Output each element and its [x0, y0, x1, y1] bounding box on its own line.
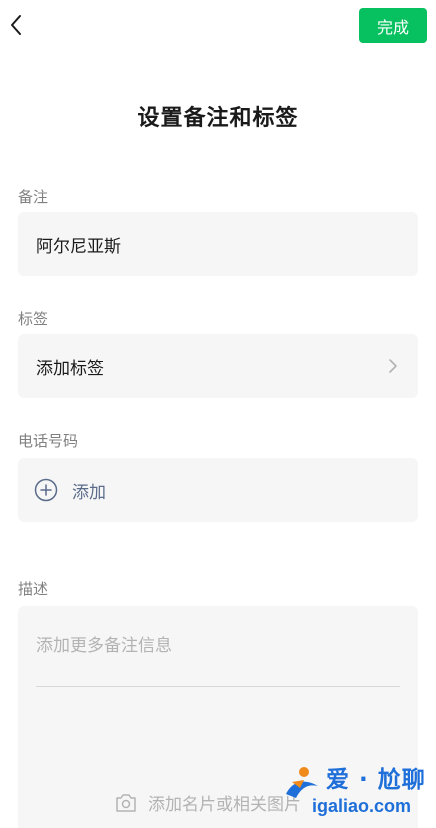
description-label: 描述	[18, 580, 49, 598]
camera-icon	[116, 793, 136, 812]
description-input[interactable]	[36, 636, 400, 656]
top-bar: 完成	[0, 0, 436, 52]
add-phone-label: 添加	[72, 483, 106, 503]
remark-field[interactable]: 阿尔尼亚斯	[18, 212, 418, 276]
done-button[interactable]: 完成	[359, 8, 427, 43]
add-photo-button[interactable]: 添加名片或相关图片	[114, 790, 301, 815]
add-photo-label: 添加名片或相关图片	[148, 795, 301, 815]
add-tag-row[interactable]: 添加标签	[18, 334, 418, 398]
remark-label: 备注	[18, 188, 49, 206]
divider	[36, 686, 400, 687]
tags-label: 标签	[18, 310, 49, 328]
add-tag-label: 添加标签	[36, 359, 104, 379]
back-button[interactable]	[4, 10, 28, 40]
watermark: 爱 · 尬聊 igaliao.com	[282, 758, 434, 824]
page-title: 设置备注和标签	[137, 106, 299, 131]
plus-circle-icon	[34, 478, 58, 502]
chevron-left-icon	[11, 15, 21, 35]
watermark-url: igaliao.com	[312, 796, 412, 816]
remark-value[interactable]: 阿尔尼亚斯	[36, 232, 121, 257]
add-phone-row[interactable]: 添加	[18, 458, 418, 522]
phone-label: 电话号码	[18, 432, 79, 450]
watermark-title: 爱 · 尬聊	[326, 767, 426, 793]
chevron-right-icon	[389, 359, 397, 373]
